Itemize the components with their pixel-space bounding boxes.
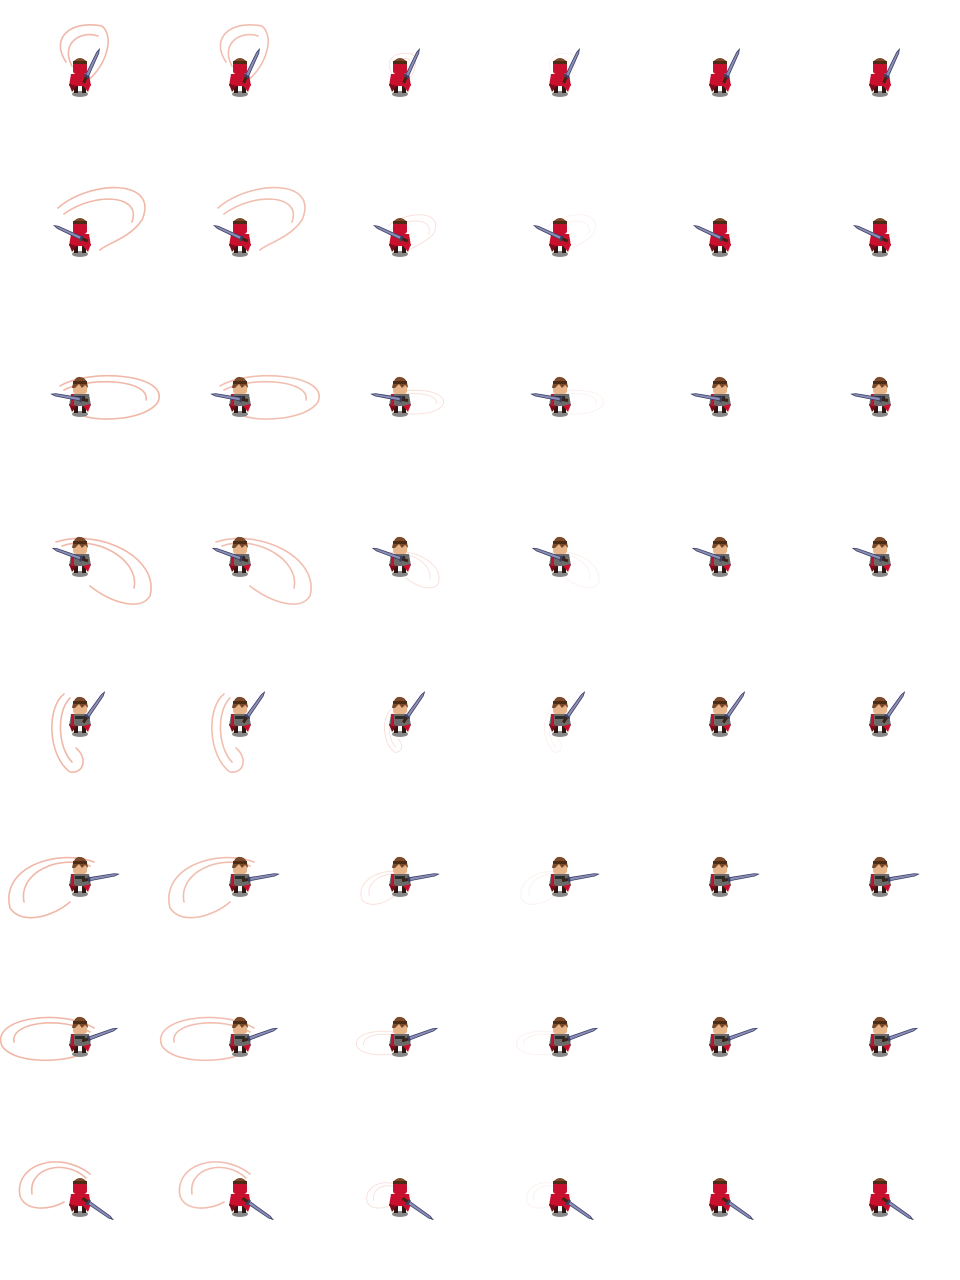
- swordsman-sprite: [851, 536, 891, 573]
- swordsman-sprite: [69, 691, 106, 733]
- sprite-frame-r8-c1: [18, 1161, 114, 1221]
- slash-trail: [215, 537, 312, 605]
- swordsman-sprite: [709, 1016, 759, 1053]
- swordsman-sprite: [709, 856, 760, 893]
- sprite-frame-r4-c2: [211, 536, 312, 605]
- sprite-frame-r2-c2: [212, 186, 306, 257]
- sprite-frame-r7-c5: [709, 1016, 759, 1057]
- swordsman-sprite: [869, 691, 906, 733]
- sprite-frame-r7-c6: [869, 1016, 919, 1057]
- swordsman-sprite: [869, 47, 900, 93]
- swordsman-sprite: [212, 218, 251, 253]
- swordsman-sprite: [371, 536, 411, 573]
- sprite-frame-r5-c1: [51, 691, 106, 773]
- sprite-frame-r7-c4: [516, 1016, 599, 1057]
- swordsman-sprite: [549, 1016, 599, 1053]
- sprite-frame-r3-c4: [530, 376, 604, 417]
- swordsman-sprite: [852, 218, 891, 253]
- swordsman-sprite: [51, 536, 91, 573]
- sprite-frame-r3-c1: [50, 374, 160, 420]
- sprite-frame-r8-c2: [178, 1161, 274, 1221]
- sprite-frame-r1-c1: [59, 24, 109, 97]
- sprite-frame-r1-c6: [869, 47, 900, 97]
- sprite-frame-r8-c4: [526, 1178, 594, 1221]
- sprite-frame-r3-c6: [850, 376, 891, 417]
- swordsman-sprite: [50, 376, 91, 413]
- swordsman-sprite: [531, 536, 571, 573]
- sprite-frame-r3-c2: [210, 374, 320, 420]
- swordsman-sprite: [69, 1016, 119, 1053]
- swordsman-sprite: [869, 856, 920, 893]
- sprite-frame-r2-c5: [692, 218, 731, 257]
- sprite-frame-r5-c6: [869, 691, 906, 737]
- swordsman-sprite: [370, 376, 411, 413]
- sprite-frame-r3-c5: [690, 376, 731, 417]
- sprite-frame-r6-c1: [8, 856, 120, 919]
- sprite-frame-r5-c4: [544, 691, 586, 753]
- swordsman-sprite: [549, 856, 600, 893]
- swordsman-sprite: [210, 376, 251, 413]
- sprite-frame-r3-c3: [370, 376, 444, 417]
- sprite-frame-r1-c5: [709, 47, 740, 97]
- sprite-frame-r2-c6: [852, 218, 891, 257]
- swordsman-sprite: [389, 691, 426, 733]
- swordsman-sprite: [690, 376, 731, 413]
- sprite-frame-r6-c5: [709, 856, 760, 897]
- swordsman-sprite: [211, 536, 251, 573]
- sprite-frame-r7-c1: [0, 1016, 119, 1062]
- sprite-frame-r6-c4: [520, 856, 600, 905]
- sprite-frame-r6-c2: [168, 856, 280, 919]
- sprite-frame-r2-c4: [532, 214, 597, 257]
- swordsman-sprite: [530, 376, 571, 413]
- swordsman-sprite: [709, 691, 746, 733]
- sprite-frame-r5-c3: [384, 691, 426, 753]
- sprite-frame-r2-c1: [52, 186, 146, 257]
- swordsman-sprite: [229, 691, 266, 733]
- sprite-frame-r4-c5: [691, 536, 731, 577]
- sprite-frame-r5-c2: [211, 691, 266, 773]
- sprite-frame-r5-c5: [709, 691, 746, 737]
- sprite-sheet: [0, 0, 960, 1280]
- sprite-frame-r6-c6: [869, 856, 920, 897]
- swordsman-sprite: [850, 376, 891, 413]
- sprite-frame-r4-c3: [371, 536, 440, 589]
- sprite-frame-r7-c3: [356, 1016, 439, 1057]
- swordsman-sprite: [229, 1016, 279, 1053]
- sprite-frame-r4-c6: [851, 536, 891, 577]
- sprite-frame-r6-c3: [360, 856, 440, 905]
- sprite-frame-r1-c2: [219, 24, 269, 97]
- swordsman-sprite: [52, 218, 91, 253]
- swordsman-sprite: [691, 536, 731, 573]
- swordsman-sprite: [692, 218, 731, 253]
- swordsman-sprite: [549, 691, 586, 733]
- swordsman-sprite: [389, 47, 420, 93]
- sprite-frame-r4-c1: [51, 536, 152, 605]
- swordsman-sprite: [709, 47, 740, 93]
- sprite-frame-r8-c6: [869, 1178, 914, 1221]
- sprite-frame-r2-c3: [372, 214, 437, 257]
- sprite-frame-r1-c3: [388, 47, 420, 97]
- sprite-frame-r7-c2: [159, 1016, 279, 1062]
- sprite-frame-r8-c3: [366, 1178, 434, 1221]
- sprite-frame-r1-c4: [548, 47, 580, 97]
- swordsman-sprite: [389, 1016, 439, 1053]
- sprite-frame-r4-c4: [531, 536, 600, 589]
- swordsman-sprite: [549, 47, 580, 93]
- swordsman-sprite: [869, 1016, 919, 1053]
- sprite-frame-r8-c5: [709, 1178, 754, 1221]
- swordsman-sprite: [389, 856, 440, 893]
- slash-trail: [55, 537, 152, 605]
